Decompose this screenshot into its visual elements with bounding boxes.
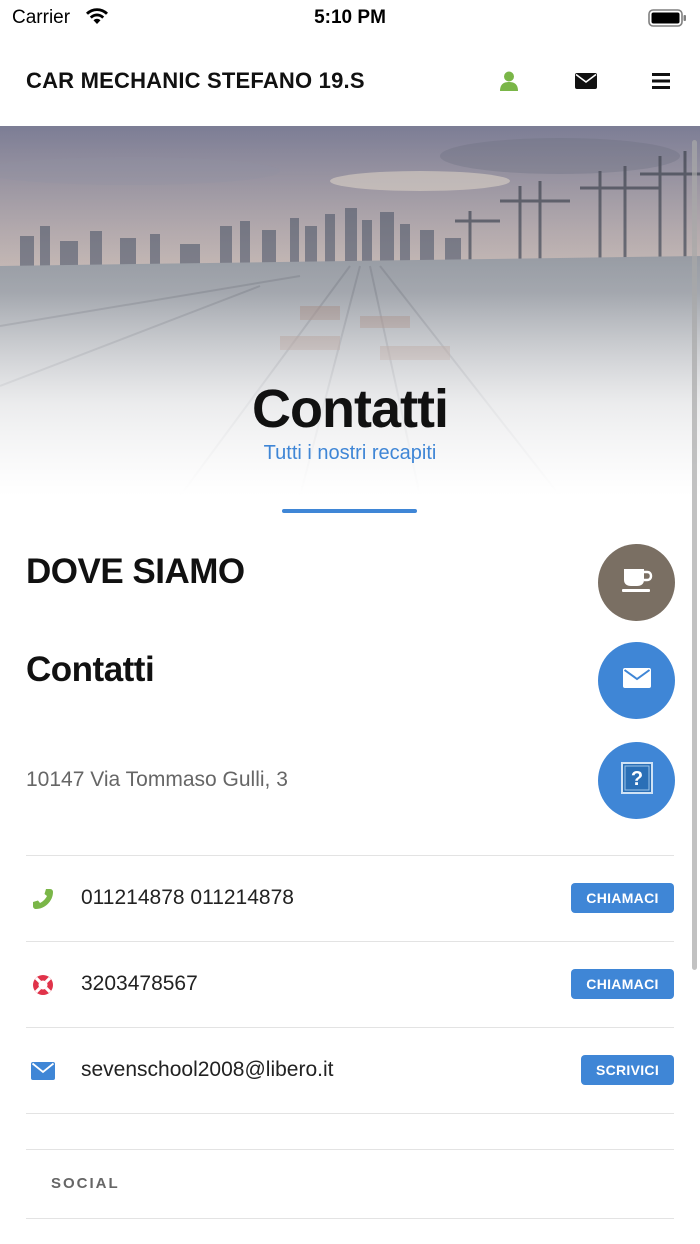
scroll-indicator[interactable] <box>692 140 697 970</box>
call-button[interactable]: CHIAMACI <box>571 883 674 913</box>
user-icon[interactable] <box>496 68 522 94</box>
title-underline <box>282 509 417 513</box>
app-header: CAR MECHANIC STEFANO 19.S <box>0 36 700 126</box>
mobile-number[interactable]: 3203478567 <box>81 972 198 996</box>
help-icon: ? <box>620 762 653 799</box>
mail-icon <box>622 668 651 693</box>
clock-label: 5:10 PM <box>314 7 386 28</box>
lifebuoy-icon <box>30 972 56 998</box>
menu-icon[interactable] <box>648 68 674 94</box>
app-title: CAR MECHANIC STEFANO 19.S <box>26 68 365 93</box>
coffee-icon <box>621 567 653 598</box>
hero-background-image <box>0 126 700 496</box>
social-section-label: SOCIAL <box>51 1175 120 1192</box>
mail-icon[interactable] <box>573 68 599 94</box>
phone-icon <box>30 886 56 912</box>
divider <box>26 855 674 856</box>
divider <box>26 1218 674 1219</box>
email-address[interactable]: sevenschool2008@libero.it <box>81 1058 333 1082</box>
section-subheading: Contatti <box>26 650 155 689</box>
write-button[interactable]: SCRIVICI <box>581 1055 674 1085</box>
call-button[interactable]: CHIAMACI <box>571 969 674 999</box>
page-title: Contatti <box>252 379 449 439</box>
battery-icon <box>648 8 688 33</box>
hero-banner: Contatti Tutti i nostri recapiti <box>0 126 700 496</box>
mail-icon <box>30 1058 56 1084</box>
coffee-button[interactable] <box>598 544 675 621</box>
svg-text:?: ? <box>630 768 642 790</box>
divider <box>26 1149 674 1150</box>
section-heading: DOVE SIAMO <box>26 552 245 591</box>
divider <box>26 941 674 942</box>
page-subtitle: Tutti i nostri recapiti <box>263 442 437 464</box>
divider <box>26 1113 674 1114</box>
email-button[interactable] <box>598 642 675 719</box>
status-bar: Carrier 5:10 PM <box>0 0 700 36</box>
address-text: 10147 Via Tommaso Gulli, 3 <box>26 768 288 791</box>
phone-number[interactable]: 011214878 011214878 <box>81 886 294 910</box>
divider <box>26 1027 674 1028</box>
help-button[interactable]: ? <box>598 742 675 819</box>
